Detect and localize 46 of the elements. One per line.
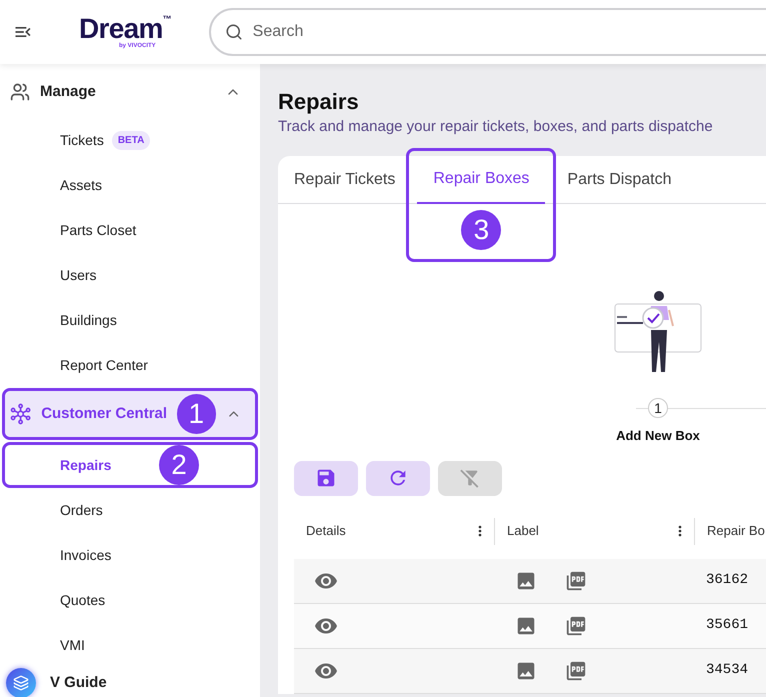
tab[interactable]: Repair Boxes — [417, 156, 546, 204]
search-input[interactable]: Search — [252, 20, 766, 44]
callout-number: 2 — [159, 445, 199, 485]
sidebar-item-label: Parts Closet — [60, 221, 136, 240]
column-header[interactable]: Label — [507, 521, 678, 541]
column-header[interactable]: Details — [306, 521, 478, 541]
sidebar-item-label: Orders — [60, 501, 103, 520]
table-cell-text: 34534 — [705, 661, 748, 680]
sidebar-item-label: Buildings — [60, 311, 117, 330]
sidebar-item-label: Users — [60, 266, 97, 285]
tab[interactable]: Parts Dispatch — [553, 156, 686, 204]
logo-wordmark: Dream — [79, 15, 163, 43]
sidebar-item-label: Tickets — [60, 131, 104, 150]
sidebar-item[interactable]: Buildings — [5, 301, 199, 340]
sidebar-item-label: Invoices — [60, 546, 112, 565]
sidebar-item[interactable]: Users — [5, 256, 199, 295]
sidebar-item[interactable]: Parts Closet — [5, 211, 199, 250]
table-cell-text: 36162 — [705, 571, 748, 590]
sidebar-item-label: Report Center — [60, 356, 148, 375]
sidebar-item-label: Quotes — [60, 591, 106, 610]
beta-badge: BETA — [112, 131, 150, 150]
sidebar-group-header[interactable]: Customer Central 1 — [5, 391, 255, 437]
callout-number: 1 — [177, 394, 216, 434]
tab[interactable]: Repair Tickets — [280, 156, 410, 204]
column-header[interactable]: Repair Bo — [707, 521, 766, 541]
step-number: 1 — [648, 398, 668, 418]
sidebar-item[interactable]: VMI — [5, 626, 199, 665]
callout-number: 3 — [461, 210, 502, 250]
page-title: Repairs — [278, 88, 360, 116]
page-subtitle: Track and manage your repair tickets, boxes, and parts dispatche — [278, 116, 714, 136]
sidebar-item[interactable]: Tickets BETA — [5, 121, 199, 160]
table-cell-text: 35661 — [705, 616, 748, 635]
sidebar-item[interactable]: Repairs — [5, 446, 159, 484]
sidebar-item[interactable]: Report Center — [5, 346, 199, 385]
sidebar-item[interactable]: Assets — [5, 166, 199, 205]
sidebar-item-label: VMI — [60, 636, 85, 655]
sidebar-item-label: Assets — [60, 176, 102, 195]
sidebar-item[interactable]: Orders — [5, 491, 199, 530]
search-bar[interactable]: Search — [208, 8, 766, 56]
sidebar-item-label: Repairs — [60, 456, 112, 475]
sidebar-item[interactable]: Quotes — [5, 581, 199, 620]
sidebar-item[interactable]: Invoices — [5, 536, 199, 575]
sidebar-group-header[interactable]: Manage — [5, 69, 255, 115]
trademark-sign: ™ — [162, 15, 172, 24]
step-label: Add New Box — [616, 427, 700, 445]
guide-link[interactable]: V Guide — [0, 668, 260, 697]
